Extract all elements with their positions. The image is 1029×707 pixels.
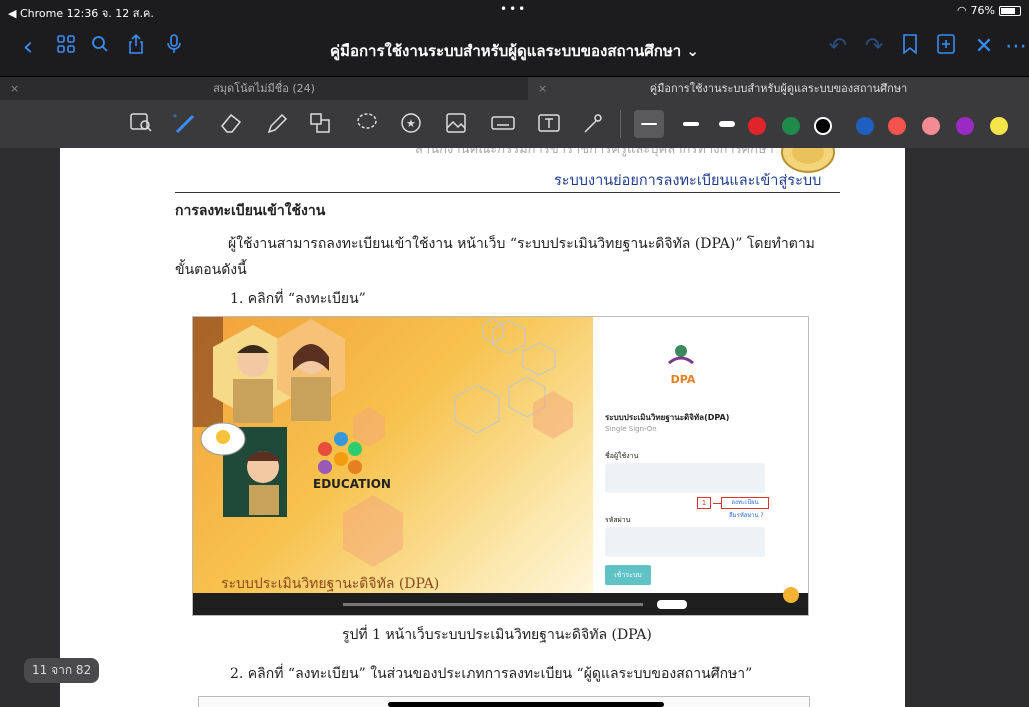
date: จ. 12 ส.ค. xyxy=(101,7,154,20)
header-rule xyxy=(175,192,840,193)
page-indicator: 11 จาก 82 xyxy=(24,658,100,683)
sticker-icon[interactable]: ★ xyxy=(398,112,424,136)
login-form-panel: DPA ระบบประเมินวิทยฐานะดิจิทัล(DPA) Sing… xyxy=(593,317,808,593)
password-input[interactable] xyxy=(605,527,765,557)
battery-percent: 76% xyxy=(970,4,995,17)
add-page-icon[interactable] xyxy=(932,34,960,61)
eraser-icon[interactable] xyxy=(218,112,244,136)
footer-text-placeholder xyxy=(343,603,643,606)
shapes-icon[interactable] xyxy=(308,112,334,136)
color-red-swatch[interactable] xyxy=(748,117,766,135)
tab-label: สมุดโน้ตไม่มีชื่อ (24) xyxy=(213,82,315,95)
home-indicator xyxy=(388,702,664,707)
color-blue-swatch[interactable] xyxy=(856,117,874,135)
figure-hero-panel: EDUCATION ระบบประเมินวิทยฐานะดิจิทัล (DP… xyxy=(193,317,593,593)
figure-caption: รูปที่ 1 หน้าเว็บระบบประเมินวิทยฐานะดิจิ… xyxy=(342,627,652,643)
education-label: EDUCATION xyxy=(313,477,391,491)
hero-title: ระบบประเมินวิทยฐานะดิจิทัล (DPA) xyxy=(221,576,440,592)
marker-arrow xyxy=(713,503,721,504)
image-icon[interactable] xyxy=(444,112,470,136)
color-yellow-swatch[interactable] xyxy=(990,117,1008,135)
wifi-icon: ◠ xyxy=(956,4,967,17)
read-only-icon[interactable] xyxy=(128,112,154,136)
step-2: 2. คลิกที่ “ลงทะเบียน” ในส่วนของประเภทกา… xyxy=(230,666,753,682)
drawing-toolbar: * ★ xyxy=(0,100,1029,148)
lasso-icon[interactable] xyxy=(354,112,380,136)
color-pink-swatch[interactable] xyxy=(922,117,940,135)
paragraph-line-2: ขั้นตอนดังนี้ xyxy=(175,262,247,278)
paragraph-line-1: ผู้ใช้งานสามารถลงทะเบียนเข้าใช้งาน หน้าเ… xyxy=(228,236,815,252)
color-black-swatch-selected[interactable] xyxy=(814,117,832,135)
register-link[interactable]: ลงทะเบียน xyxy=(721,497,769,509)
page-header-faded: สำนักงานคณะกรรมการข้าราชการครูและบุคลากร… xyxy=(415,148,774,157)
tab-bar: × สมุดโน้ตไม่มีชื่อ (24) × คู่มือการใช้ง… xyxy=(0,76,1029,101)
highlighter-icon[interactable] xyxy=(264,112,290,136)
undo-icon[interactable]: ↶ xyxy=(824,34,852,60)
bookmark-icon[interactable] xyxy=(896,34,924,61)
forgot-password-link[interactable]: ลืมรหัสผ่าน ? xyxy=(729,510,764,520)
pen-icon[interactable]: * xyxy=(172,112,198,136)
close-icon[interactable]: ✕ xyxy=(970,34,998,60)
stroke-thick-option[interactable] xyxy=(712,110,742,138)
text-box-icon[interactable] xyxy=(536,112,562,136)
document-viewport[interactable]: สำนักงานคณะกรรมการข้าราชการครูและบุคลากร… xyxy=(0,148,1029,707)
tab-notebook[interactable]: × สมุดโน้ตไม่มีชื่อ (24) xyxy=(0,77,528,101)
keyboard-icon[interactable] xyxy=(490,112,516,136)
toolbar-divider xyxy=(620,110,621,138)
password-label: รหัสผ่าน xyxy=(605,516,631,524)
footer-accept-button xyxy=(657,600,687,609)
step-1: 1. คลิกที่ “ลงทะเบียน” xyxy=(230,291,366,307)
battery-icon xyxy=(999,5,1021,16)
stroke-thin-option[interactable] xyxy=(634,110,664,138)
svg-text:*: * xyxy=(173,113,177,122)
dpa-screenshot-figure: EDUCATION ระบบประเมินวิทยฐานะดิจิทัล (DP… xyxy=(192,316,809,616)
dpa-logo-text: DPA xyxy=(670,373,696,386)
tab-label: คู่มือการใช้งานระบบสำหรับผู้ดูแลระบบของส… xyxy=(649,82,908,95)
username-label: ชื่อผู้ใช้งาน xyxy=(605,452,639,460)
redo-icon[interactable]: ↷ xyxy=(860,34,888,60)
stroke-medium-option[interactable] xyxy=(676,110,706,138)
laser-pointer-icon[interactable] xyxy=(580,112,606,136)
figure-footer-bar xyxy=(193,587,808,615)
chat-bubble-icon xyxy=(783,587,799,603)
color-coral-swatch[interactable] xyxy=(888,117,906,135)
login-title: ระบบประเมินวิทยฐานะดิจิทัล(DPA) xyxy=(605,413,730,422)
clock: 12:36 xyxy=(66,7,99,20)
back-to-app[interactable]: ◀ Chrome xyxy=(8,7,63,20)
section-heading: การลงทะเบียนเข้าใช้งาน xyxy=(175,203,326,219)
color-green-swatch[interactable] xyxy=(782,117,800,135)
svg-text:★: ★ xyxy=(406,117,416,130)
status-right: ◠ 76% xyxy=(957,4,1021,17)
step-marker: 1 xyxy=(697,497,711,509)
section-header: ระบบงานย่อยการลงทะเบียนและเข้าสู่ระบบ xyxy=(554,173,822,189)
login-button[interactable]: เข้าระบบ xyxy=(605,565,651,585)
username-input[interactable] xyxy=(605,463,765,493)
login-subtitle: Single Sign-On xyxy=(605,425,657,433)
hexagon-decoration xyxy=(193,317,573,567)
nav-bar: ‹ คู่มือการใช้งานระบบสำหรับผู้ดูแลระบบขอ… xyxy=(0,20,1029,76)
tab-manual[interactable]: × คู่มือการใช้งานระบบสำหรับผู้ดูแลระบบขอ… xyxy=(528,77,1029,101)
status-bar: ◀ Chrome 12:36 จ. 12 ส.ค. ••• ◠ 76% xyxy=(0,0,1029,20)
color-purple-swatch[interactable] xyxy=(956,117,974,135)
more-icon[interactable]: ⋯ xyxy=(1004,34,1028,60)
multitask-dots[interactable]: ••• xyxy=(500,2,527,16)
